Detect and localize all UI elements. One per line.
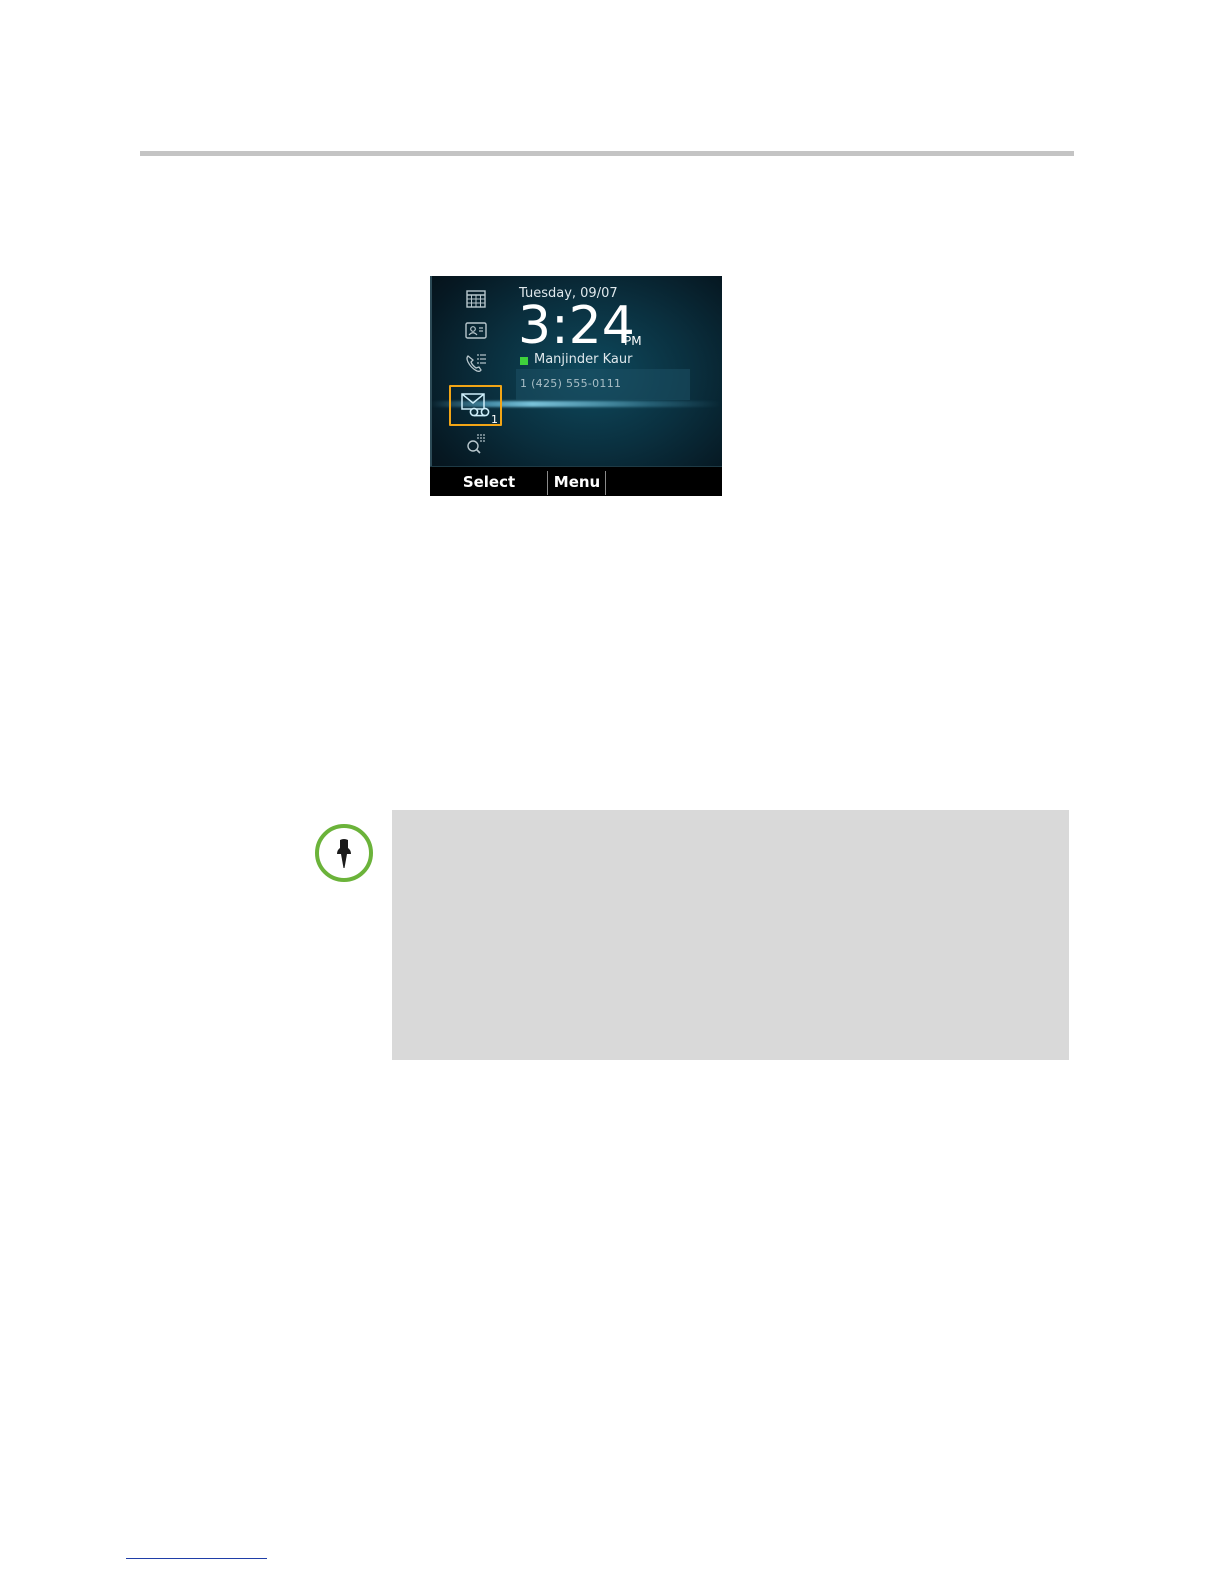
note-box	[392, 810, 1069, 1060]
menu-softkey[interactable]: Menu	[550, 467, 604, 496]
phone-screen: 1 Tuesday, 09/07 3:24 PM Manjinder Kaur …	[430, 276, 722, 496]
contact-card-icon[interactable]	[464, 320, 488, 342]
line-number: 1 (425) 555-0111	[520, 377, 622, 390]
note-icon-circle	[315, 824, 373, 882]
footer-link-underline	[126, 1558, 267, 1559]
presence-status-icon	[520, 357, 528, 365]
pushpin-icon	[337, 839, 351, 868]
softkey-divider	[605, 471, 606, 495]
clock-ampm: PM	[624, 334, 642, 348]
select-softkey[interactable]: Select	[452, 467, 526, 496]
dialpad-search-icon[interactable]	[464, 433, 488, 455]
softkey-divider	[547, 471, 548, 495]
clock-time: 3:24	[518, 296, 635, 356]
calendar-icon[interactable]	[464, 288, 488, 310]
icon-rail	[430, 276, 520, 466]
call-log-icon[interactable]	[464, 352, 488, 374]
user-name: Manjinder Kaur	[534, 352, 633, 367]
header-rule	[140, 151, 1074, 156]
softkey-bar: Select Menu	[430, 466, 722, 496]
voicemail-count-badge: 1	[491, 413, 498, 426]
